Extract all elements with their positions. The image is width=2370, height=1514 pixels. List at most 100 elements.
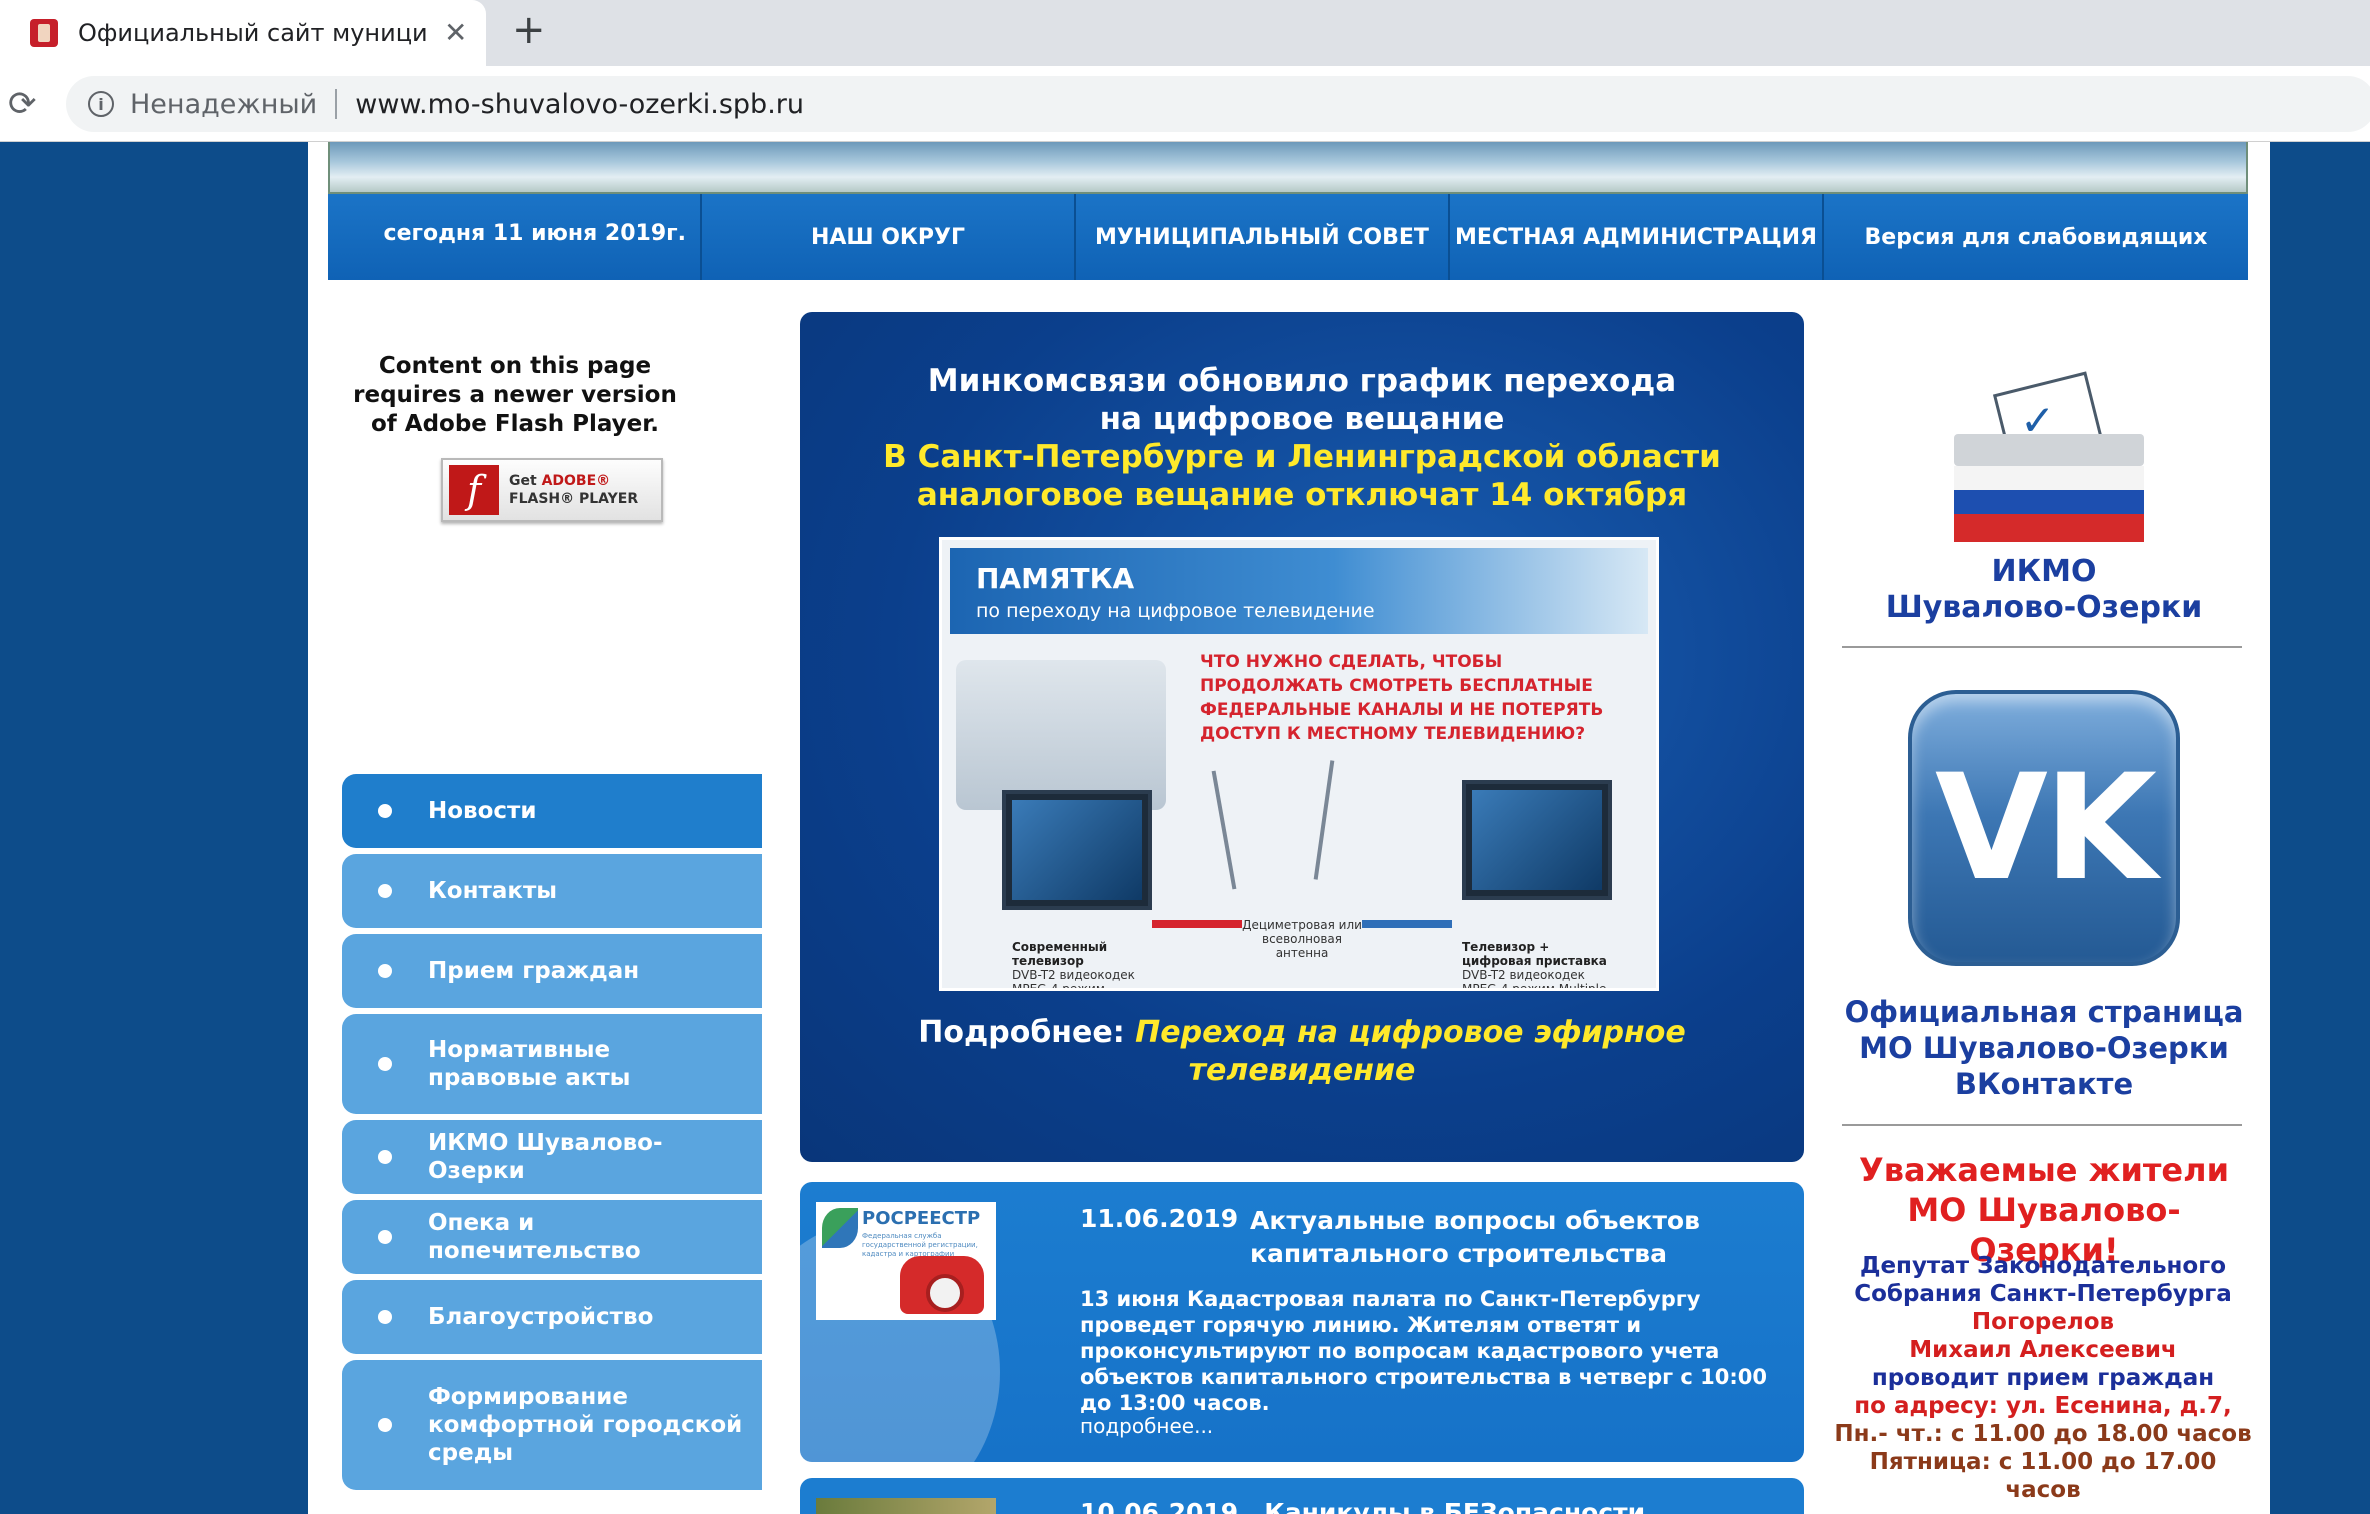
feature-title-line: на цифровое вещание [1099,401,1505,437]
deputy-line: Пн.- чт.: с 11.00 до 18.00 часов [1834,1421,2252,1447]
deputy-line: Погорелов [1971,1309,2115,1335]
viewers-illustration [956,660,1166,810]
bullet-icon [378,884,392,898]
ballot-box [1954,434,2144,542]
vk-page-link[interactable]: Официальная страница МО Шувалово-Озерки … [1844,994,2244,1102]
close-tab-icon[interactable]: ✕ [444,19,467,47]
digital-tv-link[interactable]: Переход на цифровое эфирное [1135,1015,1686,1050]
ikmo-link[interactable]: ИКМО Шувалово-Озерки [1844,554,2244,626]
news-item: РОСРЕЕСТР Федеральная служба государстве… [800,1182,1804,1462]
vk-line: ВКонтакте [1954,1067,2134,1101]
sidebar-item-label: Нормативные правовые акты [428,1037,631,1091]
sidebar-item-ikmo[interactable]: ИКМО Шувалово-Озерки [342,1120,762,1194]
bullet-icon [378,1230,392,1244]
thumbnail-caption: Федеральная служба государственной регис… [862,1232,978,1258]
memo-subtitle: по переходу на цифровое телевидение [976,600,1375,622]
sidebar-item-label: Благоустройство [428,1304,654,1330]
digital-tv-memo-image[interactable]: ПАМЯТКА по переходу на цифровое телевиде… [939,537,1659,991]
deputy-line: часов [2005,1477,2081,1503]
sidebar-item-label: ИКМО Шувалово-Озерки [428,1130,663,1184]
security-status[interactable]: Ненадежный [130,89,317,120]
deputy-reception-info: Депутат Законодательного Собрания Санкт-… [1828,1252,2258,1504]
deputy-line: Михаил Алексеевич [1909,1337,2177,1363]
flash-label-get: Get [509,473,542,489]
sidebar-item-label: Формирование комфортной городской среды [428,1384,743,1466]
news-read-more-link[interactable]: подробнее... [1080,1414,1213,1438]
arrow-right-icon [1362,920,1452,928]
sidebar-item-label: Новости [428,798,537,824]
feature-title: Минкомсвязи обновило график перехода на … [800,362,1804,438]
memo-caption-middle: Дециметровая или всеволновая антенна [1242,918,1362,960]
nav-item-local-administration[interactable]: МЕСТНАЯ АДМИНИСТРАЦИЯ [1450,194,1824,280]
reload-icon[interactable]: ⟳ [8,84,37,124]
sidebar-item-label: Опека и попечительство [428,1210,641,1264]
arrow-left-icon [1152,920,1242,928]
bullet-icon [378,964,392,978]
flash-label-player: FLASH® PLAYER [509,491,639,507]
sidebar-item-label: Контакты [428,878,558,904]
caption-title: Телевизор + цифровая приставка [1462,940,1607,968]
news-title[interactable]: Актуальные вопросы объектов капитального… [1250,1204,1770,1270]
sidebar-item-reception[interactable]: Прием граждан [342,934,762,1008]
news-title: Каникулы в БЕЗопасности [1264,1498,1646,1514]
news-date: 11.06.2019 [1080,1204,1239,1233]
memo-header: ПАМЯТКА по переходу на цифровое телевиде… [950,548,1648,634]
nav-item-our-district[interactable]: НАШ ОКРУГ [702,194,1076,280]
bullet-icon [378,1150,392,1164]
top-navigation: сегодня 11 июня 2019г. НАШ ОКРУГ МУНИЦИП… [328,194,2248,280]
more-label: Подробнее: [918,1015,1125,1050]
sidebar-item-label: Прием граждан [428,958,640,984]
sidebar-item-guardianship[interactable]: Опека и попечительство [342,1200,762,1274]
bullet-icon [378,804,392,818]
caption-body: DVB-T2 видеокодек MPEG-4 режим Multiple … [1012,968,1135,991]
bullet-icon [378,1310,392,1324]
nav-item-municipal-council[interactable]: МУНИЦИПАЛЬНЫЙ СОВЕТ [1076,194,1450,280]
get-flash-player-button[interactable]: f Get ADOBE® FLASH® PLAYER [441,458,663,522]
nav-date: сегодня 11 июня 2019г. [328,194,702,280]
info-icon[interactable]: i [88,91,114,117]
antenna-icon [1211,770,1237,890]
flash-required-message: Content on this page requires a newer ve… [353,353,677,437]
new-tab-icon[interactable]: + [512,10,546,50]
news-item: 10.06.2019 Каникулы в БЕЗопасности [800,1478,1804,1514]
vk-logo-icon[interactable]: VK [1908,690,2180,966]
sidebar-menu: Новости Контакты Прием граждан Нормативн… [342,774,762,1496]
omnibox[interactable]: i Ненадежный www.mo-shuvalovo-ozerki.spb… [66,76,2370,132]
featured-announcement: Минкомсвязи обновило график перехода на … [800,312,1804,1162]
feature-subtitle-line: аналоговое вещание отключат 14 октября [916,477,1688,513]
sidebar-item-legal-acts[interactable]: Нормативные правовые акты [342,1014,762,1114]
nav-item-accessibility-version[interactable]: Версия для слабовидящих [1824,194,2248,280]
page-content: сегодня 11 июня 2019г. НАШ ОКРУГ МУНИЦИП… [308,142,2270,1514]
modern-tv-icon [1002,790,1152,910]
flash-logo-icon: f [449,465,499,515]
news-headline[interactable]: 10.06.2019 Каникулы в БЕЗопасности [1080,1498,1645,1514]
header-banner-image [328,142,2248,194]
memo-caption-left: Современный телевизор DVB-T2 видеокодек … [1012,940,1142,991]
news-date: 10.06.2019 [1080,1498,1239,1514]
browser-tab[interactable]: Официальный сайт муниципа ✕ [0,0,486,66]
telephone-icon [900,1256,984,1314]
sidebar-item-contacts[interactable]: Контакты [342,854,762,928]
sidebar-item-urban-environment[interactable]: Формирование комфортной городской среды [342,1360,762,1490]
sidebar-item-news[interactable]: Новости [342,774,762,848]
thumbnail-brand: РОСРЕЕСТР [862,1208,981,1229]
digital-tv-link-continued[interactable]: телевидение [1189,1053,1416,1088]
feature-title-line: Минкомсвязи обновило график перехода [927,363,1677,399]
antenna-icon [1313,760,1335,880]
deputy-line: Собрания Санкт-Петербурга [1854,1281,2232,1307]
ballot-box-icon[interactable]: ✓ [1944,371,2144,542]
bullet-icon [378,1057,392,1071]
address-bar: ⟳ i Ненадежный www.mo-shuvalovo-ozerki.s… [0,66,2370,142]
omnibox-separator [335,89,338,119]
vk-line: Официальная страница [1844,995,2244,1029]
news-thumbnail[interactable] [816,1498,996,1514]
sidebar-item-landscaping[interactable]: Благоустройство [342,1280,762,1354]
news-thumbnail[interactable]: РОСРЕЕСТР Федеральная служба государстве… [816,1202,996,1320]
memo-title: ПАМЯТКА [976,562,1135,595]
rosreestr-logo-icon [822,1208,858,1248]
feature-subtitle: В Санкт-Петербурге и Ленинградской облас… [800,438,1804,514]
caption-title: Современный телевизор [1012,940,1108,968]
url-text[interactable]: www.mo-shuvalovo-ozerki.spb.ru [355,89,804,120]
site-favicon-icon [30,19,58,47]
news-body: 13 июня Кадастровая палата по Санкт-Пете… [1080,1287,1768,1415]
